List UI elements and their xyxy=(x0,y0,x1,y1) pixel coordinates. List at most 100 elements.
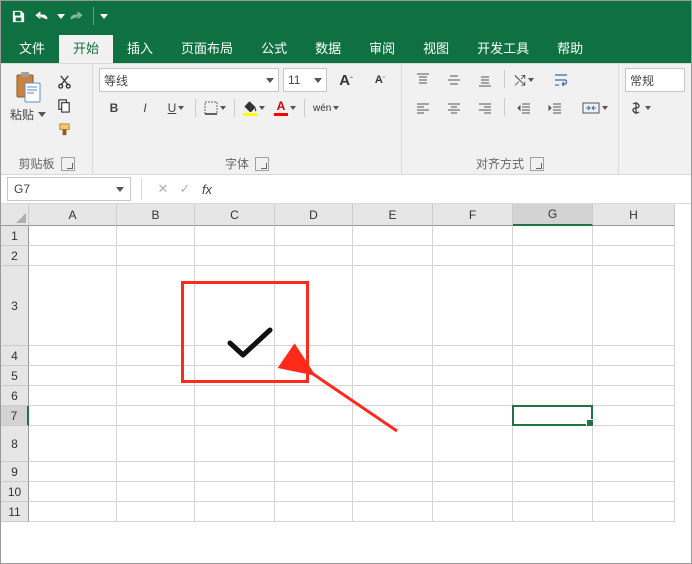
cell-F6[interactable] xyxy=(433,386,513,406)
tab-dev[interactable]: 开发工具 xyxy=(463,35,543,63)
cell-H6[interactable] xyxy=(593,386,675,406)
cell-B5[interactable] xyxy=(117,366,195,386)
name-box[interactable]: G7 xyxy=(7,177,131,201)
cell-G3[interactable] xyxy=(513,266,593,346)
phonetic-icon[interactable]: wén xyxy=(309,96,343,120)
row-header-8[interactable]: 8 xyxy=(1,426,29,462)
cell-G4[interactable] xyxy=(513,346,593,366)
cell-H3[interactable] xyxy=(593,266,675,346)
cell-D3[interactable] xyxy=(275,266,353,346)
currency-icon[interactable] xyxy=(625,96,655,120)
row-header-5[interactable]: 5 xyxy=(1,366,29,386)
cell-E1[interactable] xyxy=(353,226,433,246)
cell-D6[interactable] xyxy=(275,386,353,406)
font-color-icon[interactable]: A xyxy=(270,96,300,120)
cell-A7[interactable] xyxy=(29,406,117,426)
cell-A11[interactable] xyxy=(29,502,117,522)
column-header-B[interactable]: B xyxy=(117,204,195,226)
cell-C10[interactable] xyxy=(195,482,275,502)
cell-A1[interactable] xyxy=(29,226,117,246)
cell-B3[interactable] xyxy=(117,266,195,346)
cell-E6[interactable] xyxy=(353,386,433,406)
tab-file[interactable]: 文件 xyxy=(5,35,59,63)
cell-G1[interactable] xyxy=(513,226,593,246)
fx-icon[interactable]: fx xyxy=(196,178,218,200)
cell-E5[interactable] xyxy=(353,366,433,386)
cell-D8[interactable] xyxy=(275,426,353,462)
cell-H7[interactable] xyxy=(593,406,675,426)
cell-B6[interactable] xyxy=(117,386,195,406)
cell-C5[interactable] xyxy=(195,366,275,386)
font-name-dropdown[interactable]: 等线 xyxy=(99,68,279,92)
cell-E2[interactable] xyxy=(353,246,433,266)
cell-E11[interactable] xyxy=(353,502,433,522)
row-header-7[interactable]: 7 xyxy=(1,406,29,426)
cell-D10[interactable] xyxy=(275,482,353,502)
cell-A8[interactable] xyxy=(29,426,117,462)
column-header-F[interactable]: F xyxy=(433,204,513,226)
cell-A6[interactable] xyxy=(29,386,117,406)
align-center-icon[interactable] xyxy=(439,96,469,120)
paste-button[interactable]: 粘贴 xyxy=(7,68,49,123)
tab-data[interactable]: 数据 xyxy=(301,35,355,63)
cell-C1[interactable] xyxy=(195,226,275,246)
cell-G2[interactable] xyxy=(513,246,593,266)
wrap-text-icon[interactable] xyxy=(547,68,577,92)
select-all-triangle[interactable] xyxy=(1,204,29,226)
cell-A5[interactable] xyxy=(29,366,117,386)
cell-A9[interactable] xyxy=(29,462,117,482)
decrease-font-icon[interactable]: Aˇ xyxy=(365,68,395,92)
cell-E10[interactable] xyxy=(353,482,433,502)
tab-view[interactable]: 视图 xyxy=(409,35,463,63)
copy-icon[interactable] xyxy=(53,94,75,116)
cell-E7[interactable] xyxy=(353,406,433,426)
row-header-4[interactable]: 4 xyxy=(1,346,29,366)
align-middle-icon[interactable] xyxy=(439,68,469,92)
cell-H4[interactable] xyxy=(593,346,675,366)
cell-B10[interactable] xyxy=(117,482,195,502)
tab-review[interactable]: 审阅 xyxy=(355,35,409,63)
cell-D1[interactable] xyxy=(275,226,353,246)
cell-D2[interactable] xyxy=(275,246,353,266)
cell-C4[interactable] xyxy=(195,346,275,366)
alignment-launcher-icon[interactable] xyxy=(530,157,544,171)
align-bottom-icon[interactable] xyxy=(470,68,500,92)
cell-F7[interactable] xyxy=(433,406,513,426)
cut-icon[interactable] xyxy=(53,70,75,92)
cell-D4[interactable] xyxy=(275,346,353,366)
cell-H1[interactable] xyxy=(593,226,675,246)
qat-customize-icon[interactable] xyxy=(100,14,108,19)
cell-G8[interactable] xyxy=(513,426,593,462)
undo-more-icon[interactable] xyxy=(57,14,65,19)
bold-button[interactable]: B xyxy=(99,96,129,120)
row-header-1[interactable]: 1 xyxy=(1,226,29,246)
cell-A10[interactable] xyxy=(29,482,117,502)
row-header-3[interactable]: 3 xyxy=(1,266,29,346)
cell-F8[interactable] xyxy=(433,426,513,462)
cancel-formula-icon[interactable]: ✕ xyxy=(152,178,174,200)
cell-A2[interactable] xyxy=(29,246,117,266)
align-top-icon[interactable] xyxy=(408,68,438,92)
align-right-icon[interactable] xyxy=(470,96,500,120)
row-header-2[interactable]: 2 xyxy=(1,246,29,266)
cell-H8[interactable] xyxy=(593,426,675,462)
formula-input[interactable] xyxy=(218,178,691,200)
column-header-E[interactable]: E xyxy=(353,204,433,226)
cell-G10[interactable] xyxy=(513,482,593,502)
cell-F2[interactable] xyxy=(433,246,513,266)
decrease-indent-icon[interactable] xyxy=(509,96,539,120)
cell-C3[interactable] xyxy=(195,266,275,346)
number-format-dropdown[interactable]: 常规 xyxy=(625,68,685,92)
cell-F5[interactable] xyxy=(433,366,513,386)
cell-D7[interactable] xyxy=(275,406,353,426)
cell-A3[interactable] xyxy=(29,266,117,346)
cell-E4[interactable] xyxy=(353,346,433,366)
cell-D9[interactable] xyxy=(275,462,353,482)
orientation-icon[interactable]: ⤭ xyxy=(509,68,539,92)
increase-indent-icon[interactable] xyxy=(540,96,570,120)
cell-C7[interactable] xyxy=(195,406,275,426)
increase-font-icon[interactable]: Aˆ xyxy=(331,68,361,92)
cell-C11[interactable] xyxy=(195,502,275,522)
merge-center-icon[interactable] xyxy=(578,96,612,120)
cell-C8[interactable] xyxy=(195,426,275,462)
